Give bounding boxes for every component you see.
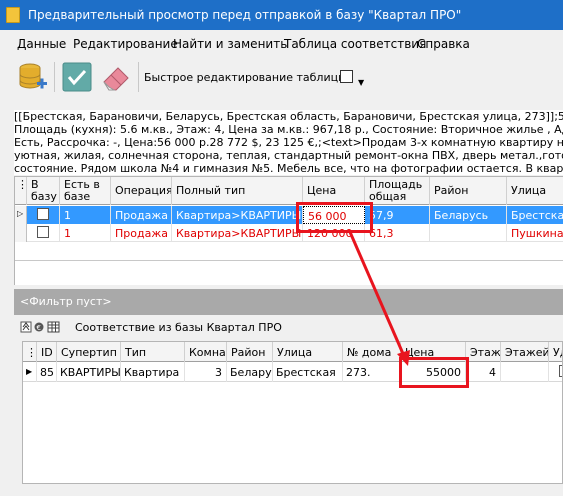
annotation-arrow bbox=[348, 231, 410, 366]
